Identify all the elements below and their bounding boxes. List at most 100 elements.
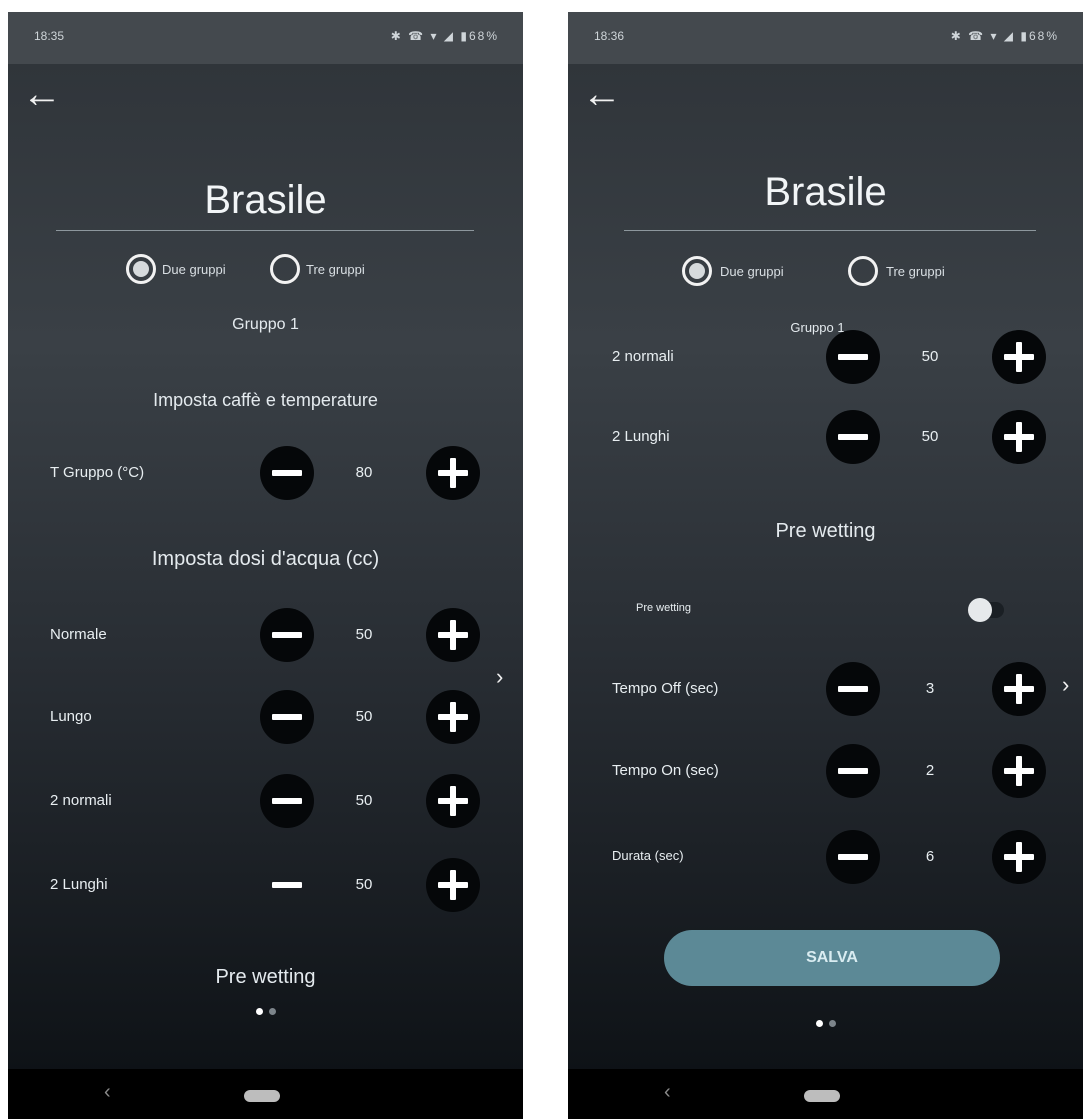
group-count-selector: Due gruppi Tre gruppi — [568, 250, 1083, 290]
radio-label-tre-gruppi: Tre gruppi — [886, 264, 945, 279]
water-row: 2 Lunghi 50 — [8, 858, 523, 914]
minus-icon — [272, 632, 302, 638]
chevron-right-icon[interactable]: › — [1062, 672, 1069, 698]
water-increase-button[interactable] — [426, 690, 480, 744]
water-decrease-button[interactable] — [260, 858, 314, 912]
page-dot — [828, 1020, 836, 1027]
nav-back-icon[interactable]: ‹ — [664, 1081, 671, 1104]
water-decrease-button[interactable] — [260, 608, 314, 662]
section-heading-prewetting: Pre wetting — [775, 520, 876, 542]
timing-row-value: 3 — [925, 680, 935, 697]
page-dot — [268, 1008, 276, 1015]
plus-icon-v — [1016, 342, 1022, 372]
timing-row: Tempo Off (sec) 3 — [568, 662, 1083, 718]
timing-row-label: Tempo Off (sec) — [612, 680, 719, 697]
minus-icon — [838, 768, 868, 774]
plus-icon-v — [1016, 674, 1022, 704]
timing-row: Tempo On (sec) 2 — [568, 744, 1083, 800]
navigation-bar: ‹ — [568, 1069, 1083, 1119]
status-time: 18:36 — [594, 29, 625, 43]
water-row-label: Lungo — [50, 708, 92, 725]
water-increase-button[interactable] — [426, 608, 480, 662]
water-increase-button[interactable] — [426, 774, 480, 828]
group-count-selector: Due gruppi Tre gruppi — [8, 250, 523, 290]
water-row: 2 normali 50 — [8, 774, 523, 830]
timing-decrease-button[interactable] — [826, 744, 880, 798]
plus-icon-v — [450, 458, 456, 488]
back-arrow-icon[interactable]: ← — [582, 72, 622, 116]
water-decrease-button[interactable] — [826, 410, 880, 464]
timing-decrease-button[interactable] — [826, 662, 880, 716]
water-row-label: 2 Lunghi — [612, 428, 670, 445]
save-button[interactable]: SALVA — [664, 930, 1000, 986]
water-decrease-button[interactable] — [260, 774, 314, 828]
plus-icon-v — [1016, 842, 1022, 872]
prewetting-toggle-label: Pre wetting — [636, 602, 692, 614]
water-row-value: 50 — [355, 626, 373, 643]
status-icons: ✱ ☎ ▾ ◢ ▮68% — [950, 29, 1059, 43]
timing-row-label: Durata (sec) — [612, 848, 684, 863]
prewetting-toggle-row: Pre wetting — [568, 580, 1083, 636]
temperature-value: 80 — [355, 464, 373, 481]
plus-icon-v — [1016, 756, 1022, 786]
water-row-label: 2 normali — [612, 348, 674, 365]
radio-tre-gruppi[interactable] — [270, 254, 300, 284]
temperature-increase-button[interactable] — [426, 446, 480, 500]
radio-due-gruppi[interactable] — [682, 256, 712, 286]
temperature-label: T Gruppo (°C) — [50, 464, 145, 481]
water-row-label: Normale — [50, 626, 107, 643]
water-decrease-button[interactable] — [260, 690, 314, 744]
water-row-value: 50 — [921, 348, 939, 365]
water-row-value: 50 — [355, 708, 373, 725]
page-indicator — [568, 1014, 1083, 1032]
water-row-value: 50 — [355, 792, 373, 809]
temperature-row: T Gruppo (°C) 80 — [8, 446, 523, 502]
radio-label-tre-gruppi: Tre gruppi — [306, 262, 365, 277]
minus-icon — [838, 686, 868, 692]
page-dot-active — [815, 1020, 823, 1027]
toggle-knob — [968, 598, 992, 622]
plus-icon-v — [450, 620, 456, 650]
water-row: 2 normali 50 — [568, 330, 1083, 386]
timing-increase-button[interactable] — [992, 662, 1046, 716]
title-divider — [624, 230, 1036, 231]
water-increase-button[interactable] — [992, 410, 1046, 464]
radio-due-gruppi[interactable] — [126, 254, 156, 284]
nav-home-pill[interactable] — [804, 1090, 840, 1102]
prewetting-toggle[interactable] — [968, 598, 1004, 622]
back-arrow-icon[interactable]: ← — [22, 72, 62, 116]
timing-increase-button[interactable] — [992, 830, 1046, 884]
plus-icon-v — [450, 870, 456, 900]
plus-icon-v — [1016, 422, 1022, 452]
minus-icon — [272, 470, 302, 476]
page-title: Brasile — [764, 170, 887, 214]
plus-icon-v — [450, 786, 456, 816]
water-decrease-button[interactable] — [826, 330, 880, 384]
water-row-label: 2 Lunghi — [50, 876, 108, 893]
left-screen: 18:35 ✱ ☎ ▾ ◢ ▮68% ← Brasile Due gruppi … — [8, 12, 523, 1119]
water-increase-button[interactable] — [426, 858, 480, 912]
section-heading-coffee: Imposta caffè e temperature — [153, 390, 378, 410]
nav-back-icon[interactable]: ‹ — [104, 1081, 111, 1104]
timing-row-value: 2 — [925, 762, 935, 779]
minus-icon — [272, 882, 302, 888]
water-row-value: 50 — [921, 428, 939, 445]
minus-icon — [838, 434, 868, 440]
radio-tre-gruppi[interactable] — [848, 256, 878, 286]
water-row: Lungo 50 — [8, 690, 523, 746]
chevron-right-icon[interactable]: › — [496, 664, 503, 690]
water-increase-button[interactable] — [992, 330, 1046, 384]
minus-icon — [838, 354, 868, 360]
timing-decrease-button[interactable] — [826, 830, 880, 884]
temperature-decrease-button[interactable] — [260, 446, 314, 500]
next-section-label: Pre wetting — [215, 966, 316, 988]
minus-icon — [272, 714, 302, 720]
title-divider — [56, 230, 474, 231]
timing-row-label: Tempo On (sec) — [612, 762, 719, 779]
timing-increase-button[interactable] — [992, 744, 1046, 798]
timing-row: Durata (sec) 6 — [568, 830, 1083, 886]
water-row-label: 2 normali — [50, 792, 112, 809]
timing-row-value: 6 — [925, 848, 935, 865]
status-bar: 18:35 ✱ ☎ ▾ ◢ ▮68% — [8, 12, 523, 64]
nav-home-pill[interactable] — [244, 1090, 280, 1102]
